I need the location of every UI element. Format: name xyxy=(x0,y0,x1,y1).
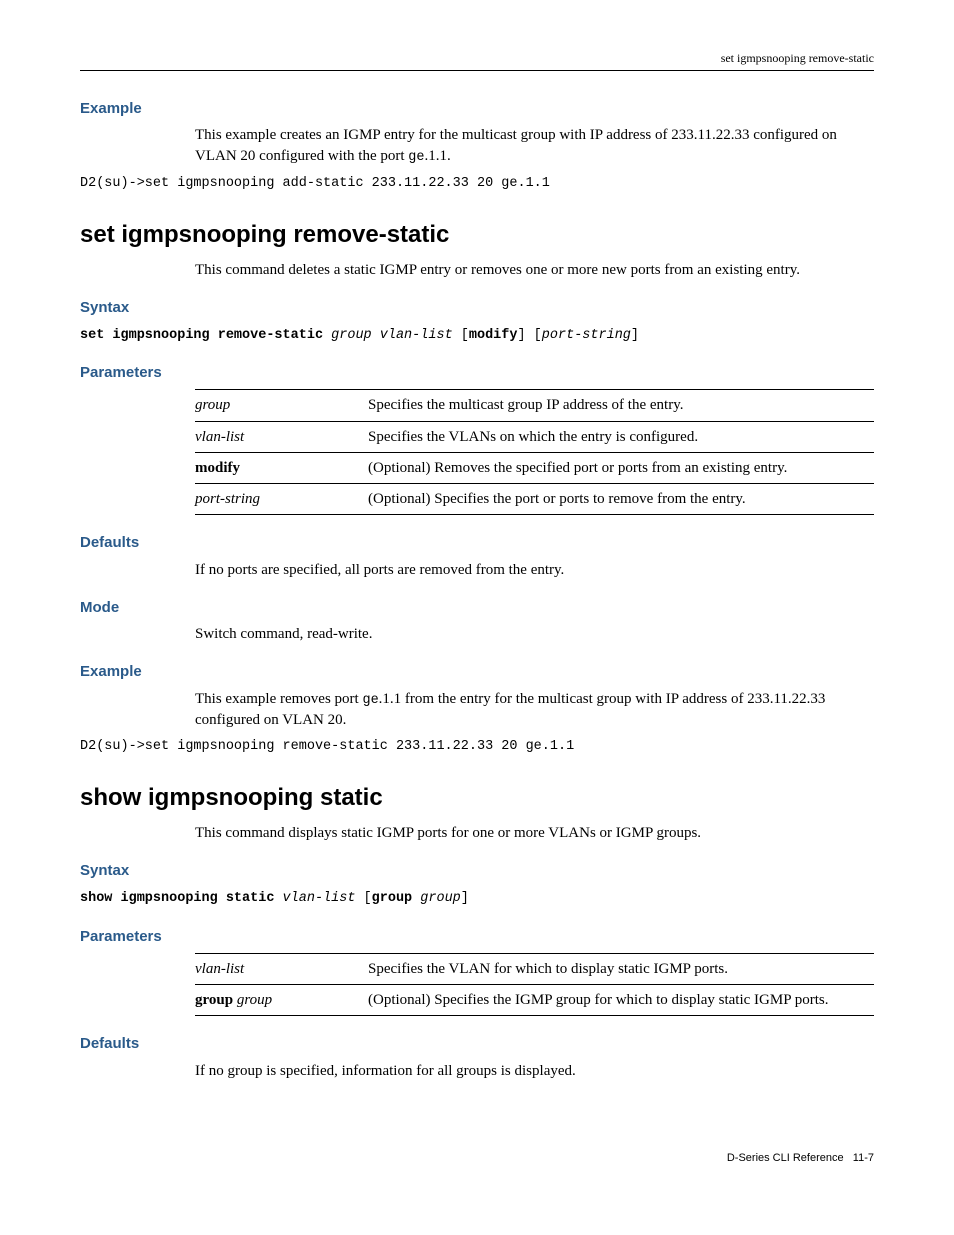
inline-code: ge xyxy=(362,693,378,708)
heading-syntax: Syntax xyxy=(80,861,874,881)
syntax-punct: ] xyxy=(631,328,639,343)
table-row: vlan-list Specifies the VLAN for which t… xyxy=(195,953,874,984)
table-row: port-string (Optional) Specifies the por… xyxy=(195,484,874,515)
param-desc: (Optional) Specifies the IGMP group for … xyxy=(368,985,874,1016)
parameters-table: group Specifies the multicast group IP a… xyxy=(195,389,874,515)
heading-defaults: Defaults xyxy=(80,533,874,553)
syntax-line: set igmpsnooping remove-static group vla… xyxy=(80,324,874,345)
syntax-punct: [ xyxy=(355,891,371,906)
heading-mode: Mode xyxy=(80,598,874,618)
table-row: modify (Optional) Removes the specified … xyxy=(195,452,874,483)
syntax-line: show igmpsnooping static vlan-list [grou… xyxy=(80,887,874,908)
inline-code: ge xyxy=(408,150,424,165)
table-row: vlan-list Specifies the VLANs on which t… xyxy=(195,421,874,452)
syntax-italic: group vlan-list xyxy=(323,328,453,343)
command-desc: This command deletes a static IGMP entry… xyxy=(195,260,874,280)
param-name: vlan-list xyxy=(195,961,244,977)
defaults-text: If no group is specified, information fo… xyxy=(195,1061,874,1081)
param-name-italic: group xyxy=(233,992,272,1008)
syntax-punct: ] xyxy=(461,891,469,906)
syntax-italic: group xyxy=(412,891,461,906)
text: This example removes port xyxy=(195,691,362,707)
syntax-italic: port-string xyxy=(542,328,631,343)
parameters-table: vlan-list Specifies the VLAN for which t… xyxy=(195,953,874,1017)
text: This example creates an IGMP entry for t… xyxy=(195,127,837,163)
heading-parameters: Parameters xyxy=(80,363,874,383)
param-name: modify xyxy=(195,460,240,476)
footer-page-num: 11-7 xyxy=(853,1152,874,1164)
param-name: group xyxy=(195,397,230,413)
defaults-text: If no ports are specified, all ports are… xyxy=(195,560,874,580)
text: .1.1. xyxy=(425,148,451,164)
param-desc: Specifies the VLANs on which the entry i… xyxy=(368,421,874,452)
table-row: group group (Optional) Specifies the IGM… xyxy=(195,985,874,1016)
param-name: vlan-list xyxy=(195,429,244,445)
param-name: port-string xyxy=(195,491,260,507)
heading-syntax: Syntax xyxy=(80,298,874,318)
syntax-bold: set igmpsnooping remove-static xyxy=(80,328,323,343)
param-name: group xyxy=(195,992,233,1008)
param-desc: (Optional) Removes the specified port or… xyxy=(368,452,874,483)
syntax-bold: modify xyxy=(469,328,518,343)
syntax-punct: [ xyxy=(453,328,469,343)
heading-defaults: Defaults xyxy=(80,1034,874,1054)
page-footer: D-Series CLI Reference 11-7 xyxy=(80,1151,874,1166)
example-text: This example creates an IGMP entry for t… xyxy=(195,125,874,166)
command-desc: This command displays static IGMP ports … xyxy=(195,823,874,843)
syntax-italic: vlan-list xyxy=(274,891,355,906)
heading-example: Example xyxy=(80,662,874,682)
param-desc: (Optional) Specifies the port or ports t… xyxy=(368,484,874,515)
heading-example: Example xyxy=(80,99,874,119)
param-desc: Specifies the multicast group IP address… xyxy=(368,390,874,421)
table-row: group Specifies the multicast group IP a… xyxy=(195,390,874,421)
command-title-show-static: show igmpsnooping static xyxy=(80,782,874,814)
syntax-bold: show igmpsnooping static xyxy=(80,891,274,906)
syntax-punct: ] [ xyxy=(517,328,541,343)
param-desc: Specifies the VLAN for which to display … xyxy=(368,953,874,984)
syntax-bold: group xyxy=(372,891,413,906)
code-block: D2(su)->set igmpsnooping add-static 233.… xyxy=(80,175,874,193)
footer-doc-title: D-Series CLI Reference xyxy=(727,1152,844,1164)
example-text: This example removes port ge.1.1 from th… xyxy=(195,689,874,730)
command-title-remove-static: set igmpsnooping remove-static xyxy=(80,219,874,251)
mode-text: Switch command, read-write. xyxy=(195,624,874,644)
heading-parameters: Parameters xyxy=(80,927,874,947)
code-block: D2(su)->set igmpsnooping remove-static 2… xyxy=(80,738,874,756)
running-header: set igmpsnooping remove-static xyxy=(80,50,874,71)
